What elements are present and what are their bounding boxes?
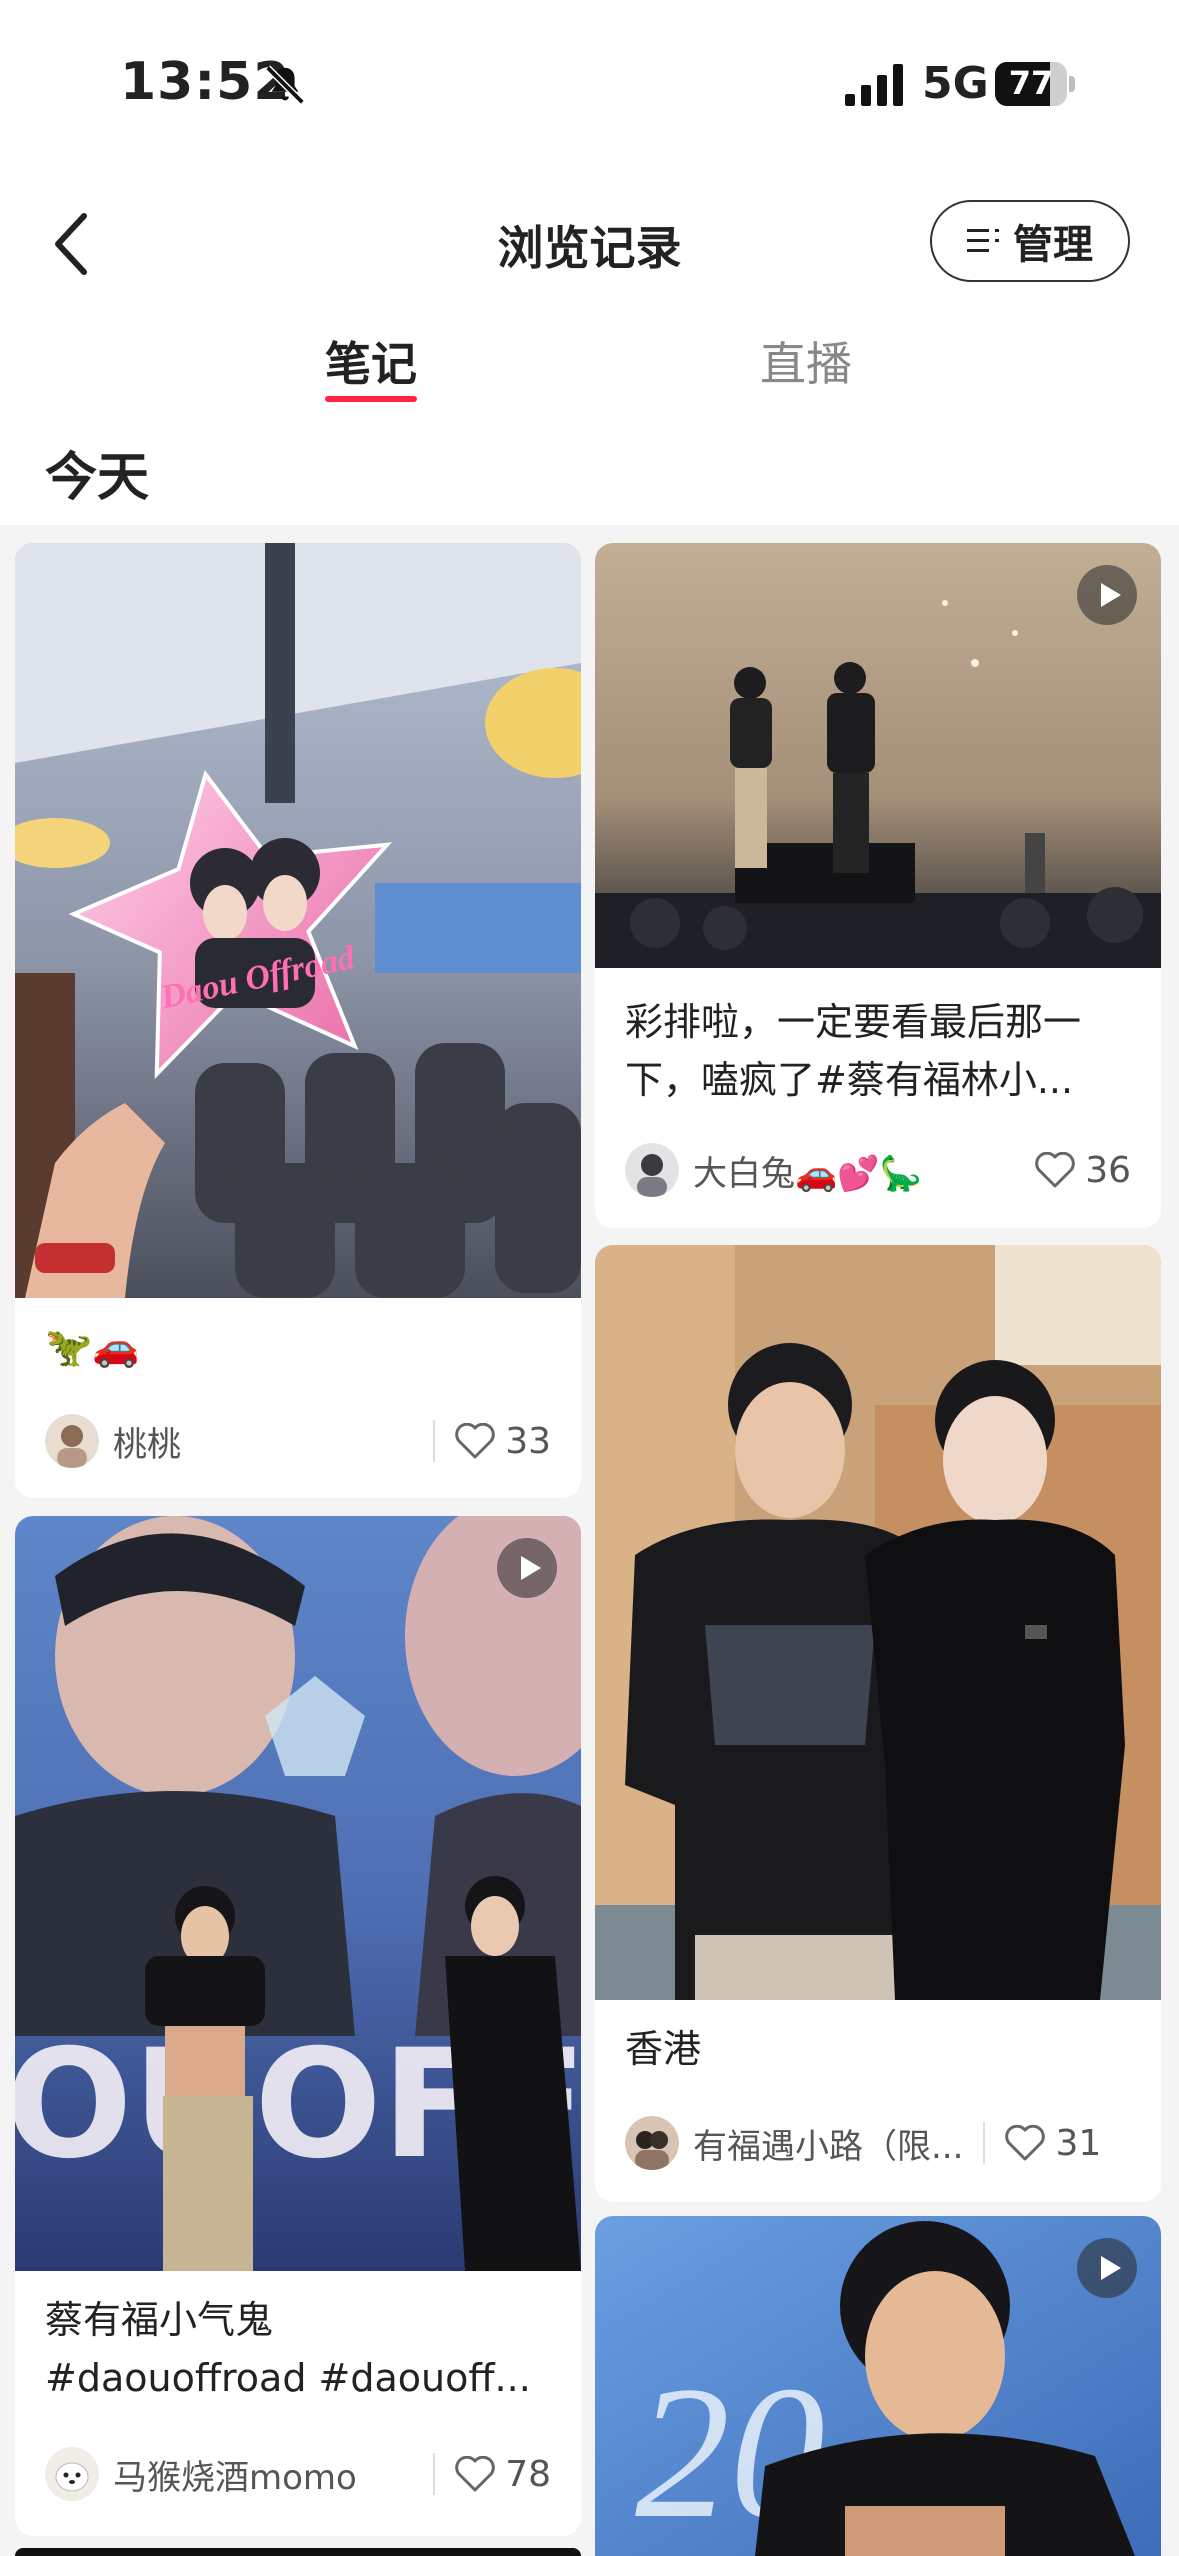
list-icon — [967, 229, 999, 252]
like-button[interactable]: 36 — [1035, 1150, 1131, 1191]
author-avatar — [625, 1143, 679, 1197]
active-tab-indicator — [325, 396, 417, 402]
note-photo: Daou Offroad — [15, 543, 581, 1298]
battery-level: 77 — [1008, 64, 1054, 102]
silent-bell-icon — [265, 65, 305, 105]
note-photo — [595, 543, 1161, 968]
note-title-line1: 彩排啦，一定要看最后那一 — [625, 1000, 1082, 1044]
note-title-line2: 下，嗑疯了#蔡有福林小... — [625, 1058, 1074, 1102]
video-play-icon — [1077, 565, 1137, 625]
header-area: 13:52 5G 77 浏览记录 管理 笔记 直播 今天 — [0, 0, 1179, 525]
like-button[interactable]: 78 — [455, 2454, 551, 2495]
note-meta: 有福遇小路（限... 31 — [625, 2113, 1131, 2173]
note-card[interactable]: 彩排啦，一定要看最后那一 下，嗑疯了#蔡有福林小... 大白兔🚗💕🦕 36 — [595, 543, 1161, 1228]
author-name[interactable]: 有福遇小路（限... — [693, 2119, 963, 2168]
battery-icon: 77 — [995, 62, 1075, 106]
note-card[interactable]: OUOFFR 蔡有福小气鬼 #daouoffroad #daouoff... 马… — [15, 1516, 581, 2536]
note-photo — [595, 1245, 1161, 2000]
author-avatar — [625, 2116, 679, 2170]
heart-icon — [455, 1423, 495, 1459]
author-name[interactable]: 大白兔🚗💕🦕 — [693, 1146, 922, 1195]
note-title-line1: 蔡有福小气鬼 — [45, 2298, 274, 2342]
note-meta: 桃桃 33 — [45, 1411, 551, 1471]
tab-notes[interactable]: 笔记 — [325, 328, 417, 394]
note-photo: OUOFFR — [15, 1516, 581, 2271]
note-title: 🦖🚗 — [45, 1325, 140, 1369]
manage-button[interactable]: 管理 — [930, 200, 1130, 282]
note-meta: 马猴烧酒momo 78 — [45, 2444, 551, 2504]
like-button[interactable]: 33 — [455, 1421, 551, 1462]
video-play-icon — [1077, 2238, 1137, 2298]
next-note-card-edge[interactable] — [15, 2548, 581, 2556]
note-card[interactable]: Daou Offroad 🦖🚗 桃桃 33 — [15, 543, 581, 1498]
like-count: 36 — [1085, 1149, 1131, 1191]
note-title-line2: #daouoffroad #daouoff... — [45, 2356, 531, 2400]
section-title-today: 今天 — [45, 448, 150, 508]
note-card[interactable]: 香港 有福遇小路（限... 31 — [595, 1245, 1161, 2202]
like-button[interactable]: 31 — [1005, 2123, 1101, 2164]
note-meta: 大白兔🚗💕🦕 36 — [625, 1140, 1131, 1200]
author-avatar — [45, 1414, 99, 1468]
video-play-icon — [497, 1538, 557, 1598]
tab-live[interactable]: 直播 — [760, 328, 852, 394]
author-name[interactable]: 马猴烧酒momo — [113, 2450, 357, 2499]
heart-icon — [1005, 2125, 1046, 2161]
heart-icon — [455, 2456, 495, 2492]
like-count: 33 — [505, 1420, 551, 1462]
heart-icon — [1035, 1152, 1075, 1188]
manage-label: 管理 — [1013, 222, 1093, 268]
author-name[interactable]: 桃桃 — [113, 1417, 181, 1466]
signal-icon — [845, 64, 903, 106]
like-count: 78 — [505, 2453, 551, 2495]
network-label: 5G — [922, 58, 989, 109]
note-title: 香港 — [625, 2027, 702, 2071]
note-card[interactable]: 20 — [595, 2216, 1161, 2556]
like-count: 31 — [1055, 2122, 1102, 2164]
author-avatar — [45, 2447, 99, 2501]
